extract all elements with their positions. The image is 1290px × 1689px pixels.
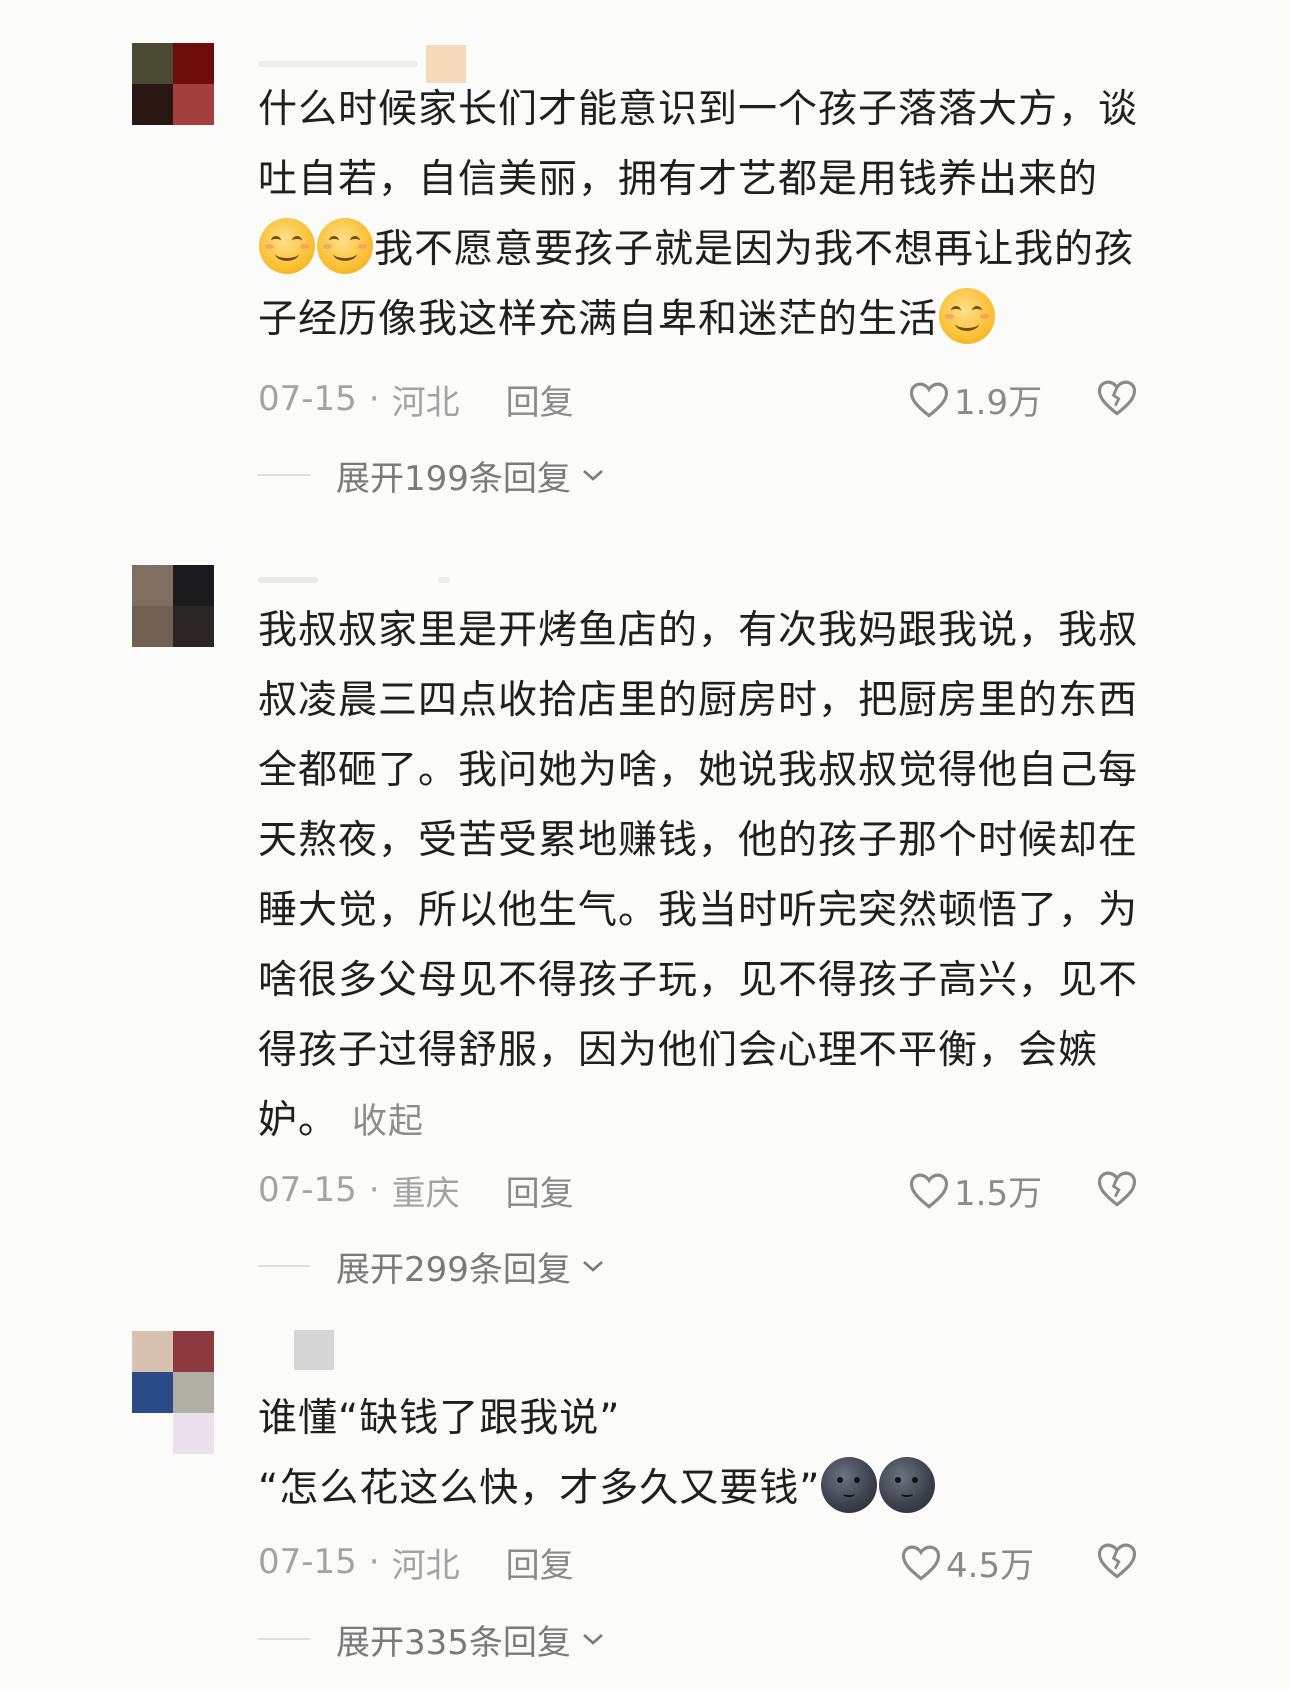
avatar-tile	[173, 43, 214, 84]
comment-location: 重庆	[391, 1173, 460, 1214]
meta-separator: ·	[368, 1542, 380, 1582]
dislike-button[interactable]	[1096, 377, 1138, 426]
comment-line-with-emoji: 子经历像我这样充满自卑和迷茫的生活	[258, 285, 1158, 355]
expand-replies-button[interactable]: 展开199条回复	[258, 450, 607, 500]
broken-heart-icon	[1097, 1171, 1137, 1207]
chevron-down-icon	[583, 1634, 603, 1645]
comment-line: 妒。	[258, 1098, 339, 1143]
expand-replies-button[interactable]: 展开335条回复	[258, 1614, 607, 1664]
comment-text: 什么时候家长们才能意识到一个孩子落落大方，谈 吐自若，自信美丽，拥有才艺都是用钱…	[258, 75, 1158, 355]
avatar-tile	[132, 1372, 173, 1413]
reply-button[interactable]: 回复	[506, 1166, 574, 1215]
comment-location: 河北	[391, 1545, 460, 1586]
avatar-tile	[132, 1331, 173, 1372]
like-count: 1.5万	[954, 1173, 1043, 1214]
comment-line-with-emoji: “怎么花这么快，才多久又要钱”	[258, 1454, 1158, 1524]
avatar-tile	[132, 84, 173, 125]
reply-button[interactable]: 回复	[506, 375, 574, 424]
like-count: 1.9万	[954, 382, 1043, 423]
username[interactable]	[258, 560, 450, 600]
expand-replies-label: 展开335条回复	[336, 1622, 571, 1663]
chevron-down-icon	[583, 470, 603, 481]
blurred-username-block	[294, 1330, 334, 1370]
like-button[interactable]: 4.5万	[900, 1537, 1034, 1587]
meta-separator: ·	[368, 379, 380, 419]
avatar-tile	[173, 1372, 214, 1413]
comment-line: 我不愿意要孩子就是因为我不想再让我的孩	[374, 227, 1135, 272]
divider-line	[258, 474, 310, 476]
comment-meta: 07-15 · 河北 回复 1.9万	[258, 374, 1158, 424]
comment-line: 睡大觉，所以他生气。我当时听完突然顿悟了，为	[258, 888, 1139, 933]
comment-date: 07-15	[258, 379, 357, 419]
comment-meta: 07-15 · 河北 回复 4.5万	[258, 1537, 1158, 1587]
blurred-username	[258, 577, 318, 583]
divider-line	[258, 1265, 310, 1267]
new-moon-face-emoji	[879, 1457, 936, 1513]
avatar-tile	[173, 84, 214, 125]
avatar-tile	[132, 565, 173, 606]
heart-outline-icon	[909, 1173, 949, 1209]
comment-line: 谁懂“缺钱了跟我说”	[258, 1396, 621, 1441]
smiling-face-emoji	[259, 218, 315, 274]
avatar-tile	[173, 1331, 214, 1372]
avatar-tile	[173, 606, 214, 647]
avatar[interactable]	[132, 43, 214, 125]
comment-line-with-emoji: 我不愿意要孩子就是因为我不想再让我的孩	[258, 215, 1158, 285]
comment-line: 得孩子过得舒服，因为他们会心理不平衡，会嫉	[258, 1028, 1099, 1073]
comment-meta: 07-15 · 重庆 回复 1.5万	[258, 1165, 1158, 1215]
blurred-username	[258, 61, 418, 67]
comment-text: 谁懂“缺钱了跟我说” “怎么花这么快，才多久又要钱”	[258, 1384, 1158, 1524]
avatar[interactable]	[132, 1331, 214, 1454]
chevron-down-icon	[583, 1261, 603, 1272]
username[interactable]	[258, 1330, 334, 1370]
collapse-button[interactable]: 收起	[352, 1102, 424, 1142]
comment-date: 07-15	[258, 1542, 357, 1582]
comment-line: 啥很多父母见不得孩子玩，见不得孩子高兴，见不	[258, 958, 1139, 1003]
avatar-tile	[132, 43, 173, 84]
dislike-button[interactable]	[1096, 1168, 1138, 1217]
divider-line	[258, 1638, 310, 1640]
smiling-face-emoji	[939, 288, 996, 344]
smiling-face-emoji	[317, 218, 373, 274]
like-button[interactable]: 1.5万	[908, 1165, 1042, 1215]
avatar-tile	[173, 1413, 214, 1454]
heart-outline-icon	[909, 382, 949, 418]
avatar[interactable]	[132, 565, 214, 647]
comment-line: 什么时候家长们才能意识到一个孩子落落大方，谈	[258, 87, 1139, 132]
comment-line: 天熬夜，受苦受累地赚钱，他的孩子那个时候却在	[258, 818, 1139, 863]
reply-button[interactable]: 回复	[506, 1538, 574, 1587]
avatar-tile	[132, 606, 173, 647]
dislike-button[interactable]	[1096, 1540, 1138, 1589]
comment-line: 我叔叔家里是开烤鱼店的，有次我妈跟我说，我叔	[258, 608, 1139, 653]
new-moon-face-emoji	[821, 1457, 878, 1513]
comment-line: 叔凌晨三四点收拾店里的厨房时，把厨房里的东西	[258, 678, 1139, 723]
expand-replies-label: 展开299条回复	[336, 1249, 571, 1290]
avatar-tile	[132, 1413, 173, 1454]
expand-replies-label: 展开199条回复	[336, 458, 571, 499]
like-count: 4.5万	[946, 1545, 1035, 1586]
like-button[interactable]: 1.9万	[908, 374, 1042, 424]
expand-replies-button[interactable]: 展开299条回复	[258, 1241, 607, 1291]
meta-separator: ·	[368, 1170, 380, 1210]
comment-line: 吐自若，自信美丽，拥有才艺都是用钱养出来的	[258, 157, 1099, 202]
broken-heart-icon	[1097, 1543, 1137, 1579]
avatar-tile	[173, 565, 214, 606]
broken-heart-icon	[1097, 380, 1137, 416]
blurred-username	[438, 577, 450, 583]
comment-location: 河北	[391, 382, 460, 423]
comment-line: 子经历像我这样充满自卑和迷茫的生活	[258, 297, 939, 342]
comment-line: “怎么花这么快，才多久又要钱”	[258, 1466, 821, 1511]
heart-outline-icon	[901, 1545, 941, 1581]
comment-last-line: 妒。 收起	[258, 1086, 1158, 1157]
comment-date: 07-15	[258, 1170, 357, 1210]
comment-text: 我叔叔家里是开烤鱼店的，有次我妈跟我说，我叔 叔凌晨三四点收拾店里的厨房时，把厨…	[258, 596, 1158, 1157]
comment-line: 全都砸了。我问她为啥，她说我叔叔觉得他自己每	[258, 748, 1139, 793]
